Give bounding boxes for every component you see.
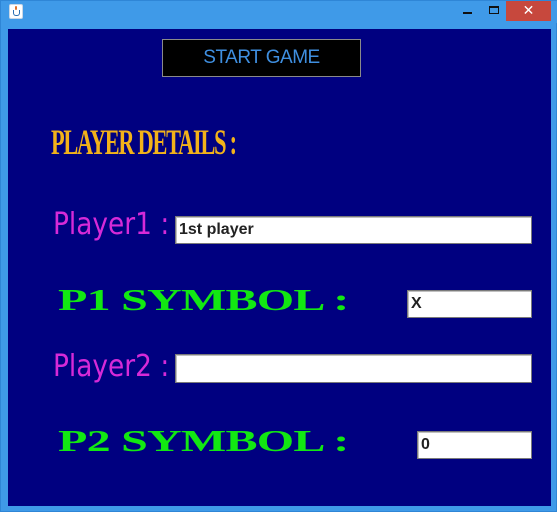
player1-label: Player1 : — [53, 207, 170, 242]
p1-symbol-input[interactable] — [407, 290, 532, 318]
player-details-title: PLAYER DETAILS : — [51, 122, 237, 162]
main-panel: START GAME PLAYER DETAILS : Player1 : P1… — [8, 29, 551, 506]
java-cup-icon[interactable] — [9, 4, 23, 19]
title-bar[interactable]: ✕ — [1, 1, 557, 23]
cup-shape — [13, 10, 20, 16]
p2-symbol-label: P2 SYMBOL : — [58, 423, 349, 458]
maximize-icon — [489, 6, 499, 14]
close-button[interactable]: ✕ — [506, 1, 551, 21]
minimize-icon — [462, 12, 472, 14]
start-game-button[interactable]: START GAME — [162, 39, 361, 77]
close-icon: ✕ — [522, 3, 535, 19]
maximize-button[interactable] — [481, 1, 507, 21]
player1-name-input[interactable] — [175, 216, 532, 244]
minimize-button[interactable] — [454, 1, 480, 21]
app-window: ✕ START GAME PLAYER DETAILS : Player1 : … — [0, 0, 557, 512]
player2-name-input[interactable] — [175, 354, 532, 383]
player2-label: Player2 : — [53, 349, 170, 384]
p1-symbol-label: P1 SYMBOL : — [58, 282, 349, 317]
p2-symbol-input[interactable] — [417, 431, 532, 459]
